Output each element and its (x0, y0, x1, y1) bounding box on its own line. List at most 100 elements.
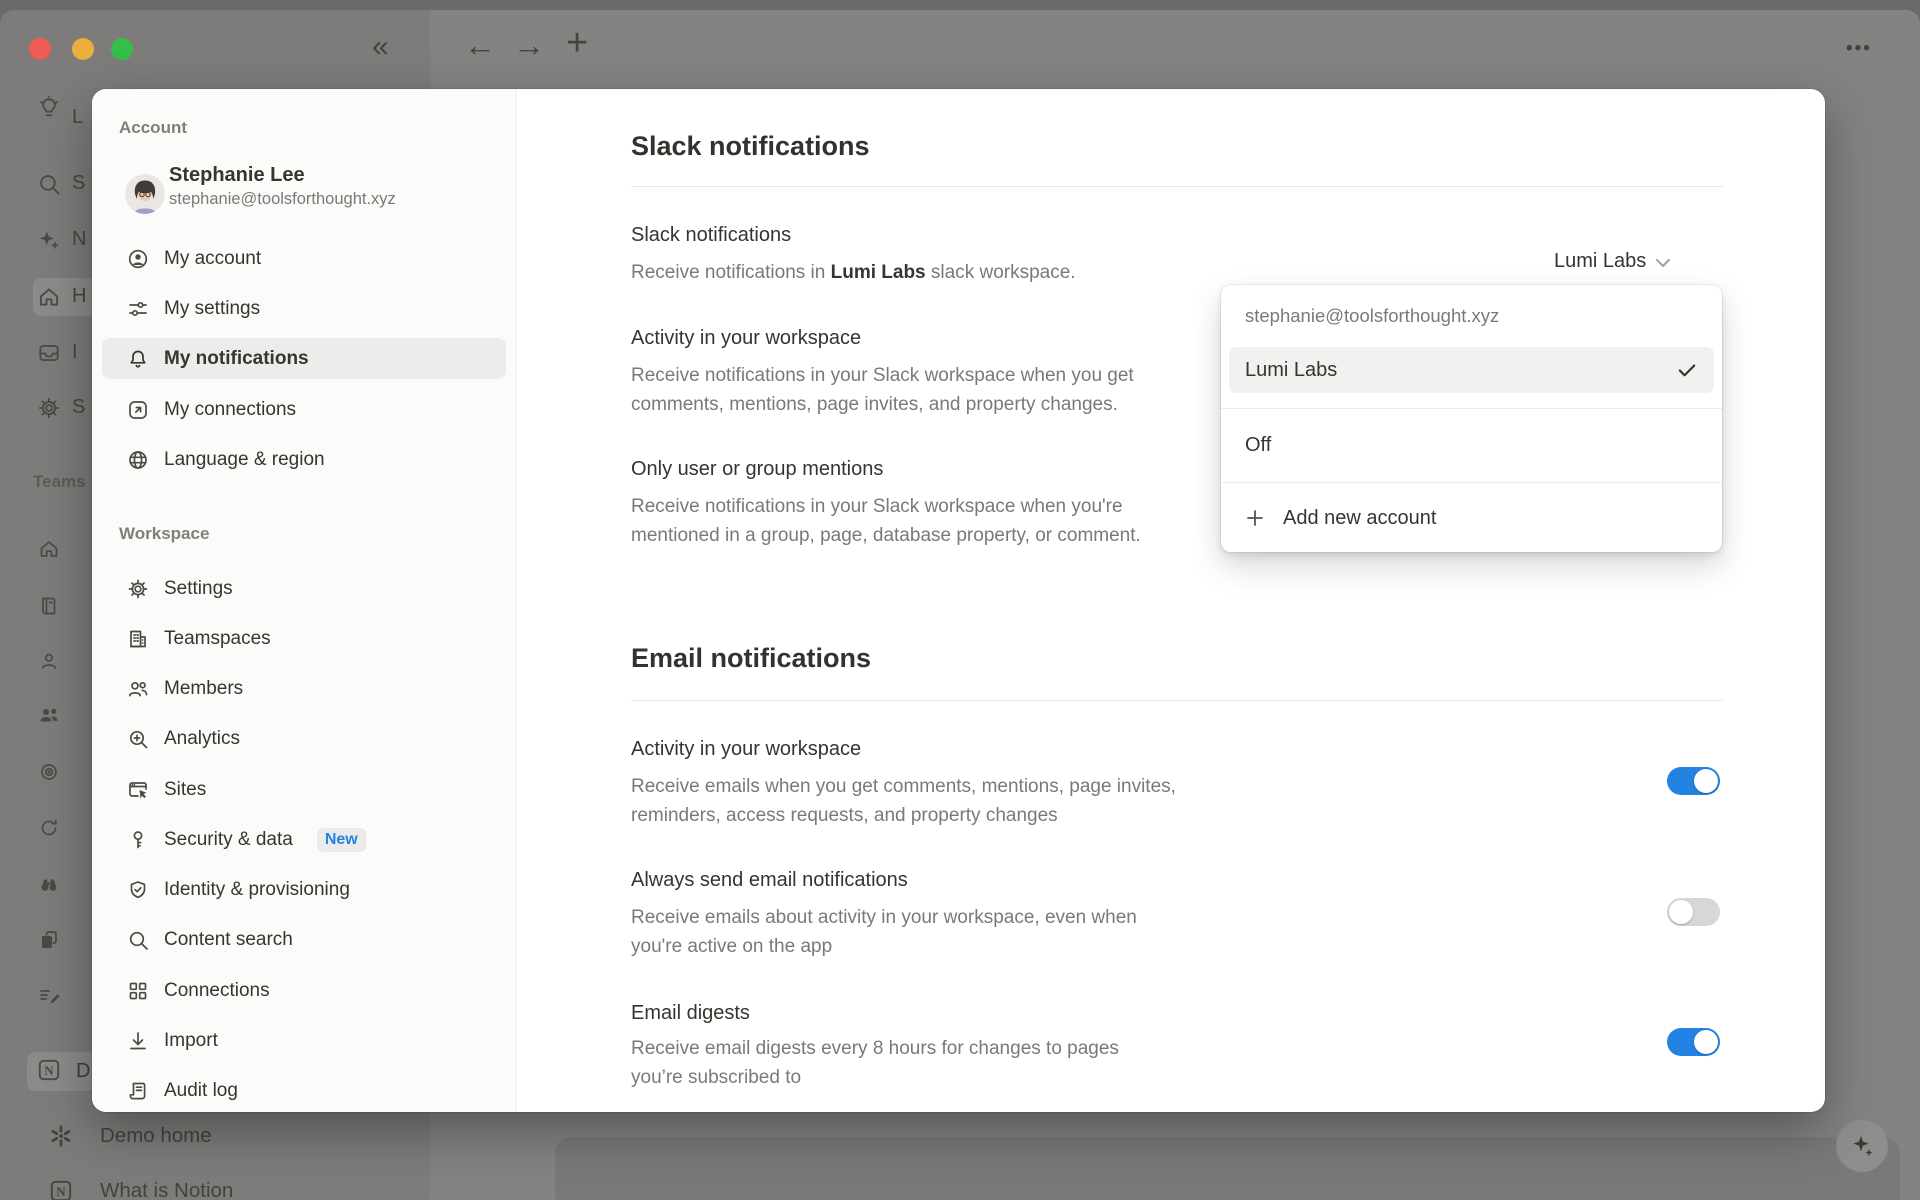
settings-modal: Account Stephanie Lee stephanie@toolsfor… (92, 89, 1825, 1112)
sidebar-item-content-search[interactable]: Content search (102, 919, 506, 960)
people-icon (126, 677, 150, 701)
slack-workspace-dropdown: stephanie@toolsforthought.xyz Lumi Labs … (1221, 285, 1722, 552)
bg-teams-header: Teams (33, 472, 86, 492)
workspace-section-header: Workspace (119, 524, 209, 544)
activity-workspace-row-desc: Receive notifications in your Slack work… (631, 361, 1134, 419)
notion-book-icon: N (48, 1178, 74, 1200)
bg-label-fragment: H (72, 285, 86, 308)
sidebar-item-language-region[interactable]: Language & region (102, 439, 506, 480)
group-mentions-row-desc: Receive notifications in your Slack work… (631, 492, 1141, 550)
add-new-account-button[interactable]: Add new account (1229, 495, 1714, 541)
sidebar-item-label: Analytics (164, 728, 240, 750)
sidebar-item-members[interactable]: Members (102, 668, 506, 709)
sidebar-item-label: My account (164, 248, 261, 270)
gear-icon[interactable] (36, 395, 62, 426)
new-tab-icon[interactable]: + (566, 22, 588, 65)
arrow-box-icon (126, 398, 150, 422)
email-activity-toggle[interactable] (1667, 767, 1720, 795)
back-icon[interactable]: ← (464, 27, 496, 64)
scroll-icon (126, 1079, 150, 1103)
toggle-knob (1669, 900, 1693, 924)
bg-page-what-is-notion[interactable]: What is Notion (100, 1179, 233, 1200)
compose-icon[interactable] (37, 984, 61, 1013)
sidebar-item-sites[interactable]: Sites (102, 769, 506, 810)
sidebar-item-label: My connections (164, 399, 296, 421)
forward-icon[interactable]: → (513, 27, 545, 64)
sidebar-item-settings[interactable]: Settings (102, 568, 506, 609)
sidebar-item-audit-log[interactable]: Audit log (102, 1070, 506, 1111)
select-value: Lumi Labs (1554, 250, 1646, 273)
book-icon[interactable] (37, 594, 61, 623)
sidebar-item-my-notifications[interactable]: My notifications (102, 338, 506, 379)
add-new-account-label: Add new account (1283, 507, 1436, 530)
sidebar-item-label: Sites (164, 779, 206, 801)
sidebar-item-analytics[interactable]: Analytics (102, 718, 506, 759)
sidebar-item-label: Settings (164, 578, 233, 600)
binoculars-icon[interactable] (37, 872, 61, 901)
download-icon (126, 1029, 150, 1053)
svg-text:N: N (44, 1063, 54, 1078)
home-icon[interactable] (36, 284, 62, 315)
sidebar-item-my-account[interactable]: My account (102, 238, 506, 279)
chevron-down-icon (1653, 253, 1673, 273)
inbox-icon[interactable] (36, 340, 62, 371)
bg-label-fragment: S (72, 396, 85, 419)
bg-page-panel (555, 1137, 1900, 1200)
bg-label-fragment: L (72, 106, 83, 129)
zoom-button[interactable] (111, 38, 133, 60)
search-icon[interactable] (36, 171, 62, 202)
target-icon[interactable] (37, 760, 61, 789)
dropdown-item-label: Off (1245, 434, 1271, 457)
notion-page-icon[interactable]: N (36, 1057, 62, 1088)
sliders-icon (126, 297, 150, 321)
dropdown-item-off[interactable]: Off (1229, 422, 1714, 468)
sidebar-item-my-settings[interactable]: My settings (102, 288, 506, 329)
refresh-icon[interactable] (37, 816, 61, 845)
sidebar-item-connections[interactable]: Connections (102, 970, 506, 1011)
sidebar-item-label: Import (164, 1030, 218, 1052)
email-digests-toggle[interactable] (1667, 1028, 1720, 1056)
sidebar-item-my-connections[interactable]: My connections (102, 389, 506, 430)
person-icon[interactable] (37, 649, 61, 678)
person-circle-icon (126, 247, 150, 271)
close-button[interactable] (29, 38, 51, 60)
collapse-sidebar-icon[interactable]: « (372, 30, 389, 64)
dropdown-item-lumi-labs[interactable]: Lumi Labs (1229, 347, 1714, 393)
sparkles-icon[interactable] (36, 227, 62, 258)
bg-label-fragment: I (72, 341, 78, 364)
user-email: stephanie@toolsforthought.xyz (169, 190, 396, 209)
user-name: Stephanie Lee (169, 164, 305, 187)
lightbulb-icon[interactable] (36, 95, 62, 126)
minimize-button[interactable] (72, 38, 94, 60)
sidebar-item-label: Connections (164, 980, 270, 1002)
slack-workspace-select[interactable]: Lumi Labs (1554, 250, 1673, 273)
home-icon[interactable] (37, 537, 61, 566)
avatar (125, 174, 165, 219)
dropdown-account-header: stephanie@toolsforthought.xyz (1245, 305, 1499, 327)
always-send-row-desc: Receive emails about activity in your wo… (631, 903, 1137, 961)
group-mentions-row-title: Only user or group mentions (631, 458, 883, 481)
flower-icon (48, 1123, 74, 1154)
divider (631, 700, 1723, 701)
more-options-icon[interactable]: ••• (1846, 38, 1872, 60)
account-section-header: Account (119, 118, 187, 138)
sidebar-item-teamspaces[interactable]: Teamspaces (102, 618, 506, 659)
sidebar-item-security-data[interactable]: Security & data New (102, 819, 506, 860)
slack-notifications-row-desc: Receive notifications in Lumi Labs slack… (631, 258, 1076, 287)
sidebar-item-import[interactable]: Import (102, 1020, 506, 1061)
ai-sparkle-button[interactable] (1836, 1120, 1888, 1172)
divider (1221, 482, 1722, 483)
toggle-knob (1694, 1030, 1718, 1054)
bell-icon (126, 347, 150, 371)
slack-section-title: Slack notifications (631, 131, 870, 162)
sidebar-item-identity-provisioning[interactable]: Identity & provisioning (102, 869, 506, 910)
people-icon[interactable] (37, 703, 61, 732)
pages-icon[interactable] (37, 928, 61, 957)
sidebar-item-label: Language & region (164, 449, 325, 471)
always-send-toggle[interactable] (1667, 898, 1720, 926)
magnifier-plus-icon (126, 727, 150, 751)
bg-page-demo-home[interactable]: Demo home (100, 1124, 212, 1148)
email-digests-row-title: Email digests (631, 1002, 750, 1025)
building-icon (126, 627, 150, 651)
sidebar-item-label: My notifications (164, 348, 309, 370)
